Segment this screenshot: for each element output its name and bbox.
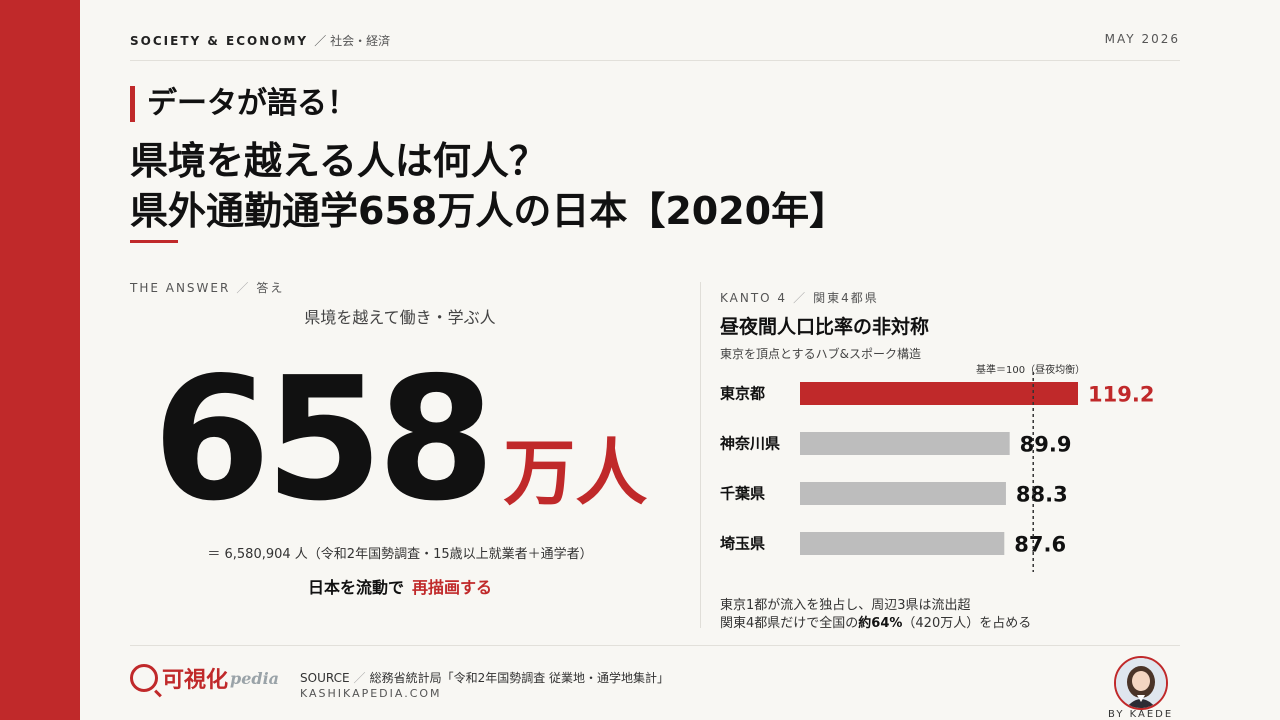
big-number-value: 658 [152,341,496,539]
site-logo[interactable]: 可視化 pedia [130,662,279,694]
bar [800,532,1005,555]
category-sub: ／ 社会・経済 [314,34,391,48]
page-title: 県境を越える人は何人？ 県外通勤通学658万人の日本【2020年】 [130,136,847,236]
kicker: データが語る！ [130,86,357,122]
title-line-2: 県外通勤通学658万人の日本【2020年】 [130,189,848,233]
source-credit: SOURCE ／総務省統計局「令和2年国勢調査 従業地・通学地集計」 [300,671,670,685]
top-bar: SOCIETY & ECONOMY ／ 社会・経済 MAY 2026 [130,32,1180,61]
byline: BY KAEDE [1108,709,1174,720]
note-bold: 約64% [858,616,903,631]
chart-subtitle: 東京を頂点とするハブ&スポーク構造 [720,347,921,361]
category-label: SOCIETY & ECONOMY ／ 社会・経済 [130,32,390,49]
value-label: 88.3 [1016,483,1068,507]
value-label: 119.2 [1088,383,1154,407]
vertical-divider [700,282,701,628]
ratio-bar-chart: 東京都 119.2 神奈川県 89.9 千葉県 88.3 埼玉県 87.6 [720,372,1154,572]
chart-note: 東京1都が流入を独占し、周辺3県は流出超 関東4都県だけで全国の約64%（420… [720,597,1031,633]
bar [800,482,1006,505]
logo-text: 可視化 [162,668,229,693]
answer-caption: 県境を越えて働き・学ぶ人 [304,308,496,327]
answer-label-sub: 答え [256,281,285,295]
category-sub-text: 社会・経済 [330,34,391,48]
kanto-label-text: KANTO 4 [720,291,788,305]
category-label: 千葉県 [720,485,765,503]
category-label: 神奈川県 [720,435,780,453]
footer-divider [130,645,1180,646]
cta-prefix: 日本を流動で [307,578,404,597]
note-line-2: 関東4都県だけで全国の約64%（420万人）を占める [720,615,1031,633]
source-label: SOURCE [300,671,350,685]
bar [800,382,1078,405]
logo-pedia: pedia [230,668,280,688]
kanto-section-label: KANTO 4 ／関東4都県 [720,291,879,305]
cta-highlight: 再描画する [412,578,493,597]
chart-title: 昼夜間人口比率の非対称 [720,316,930,338]
note-pre: 関東4都県だけで全国の [720,616,859,631]
left-accent-bar [0,0,80,720]
cta-text: 日本を流動で 再描画する [130,574,670,598]
category-label: 東京都 [720,385,765,403]
answer-label-text: THE ANSWER [130,281,231,295]
magnifier-icon [130,664,158,692]
site-url[interactable]: KASHIKAPEDIA.COM [300,687,442,700]
bar [800,432,1010,455]
category-text: SOCIETY & ECONOMY [130,34,309,48]
note-post: （420万人）を占める [902,616,1032,631]
author-avatar [1114,656,1168,710]
source-text: 総務省統計局「令和2年国勢調査 従業地・通学地集計」 [369,671,670,685]
exact-count: ＝ 6,580,904 人（令和2年国勢調査・15歳以上就業者＋通学者） [207,547,593,562]
answer-section-label: THE ANSWER ／答え [130,281,285,295]
title-underline [130,240,178,243]
value-label: 87.6 [1014,533,1066,557]
category-label: 埼玉県 [720,535,765,553]
kanto-label-sub: 関東4都県 [813,291,879,305]
avatar-illustration-icon [1116,658,1166,708]
big-number: 658 万人 [130,340,670,540]
title-line-1: 県境を越える人は何人？ [130,139,547,183]
note-line-1: 東京1都が流入を独占し、周辺3県は流出超 [720,598,971,613]
value-label: 89.9 [1020,433,1072,457]
big-number-unit: 万人 [503,431,648,515]
issue-date: MAY 2026 [1104,32,1180,46]
